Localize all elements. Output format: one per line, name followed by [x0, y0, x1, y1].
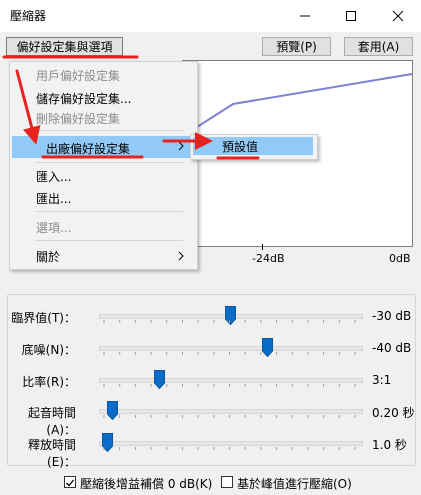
axis-label-0db: 0dB: [389, 252, 411, 265]
slider-ticks: [103, 384, 356, 387]
maximize-button[interactable]: [328, 0, 374, 32]
attack-time-value: 0.20 秒: [372, 406, 415, 420]
close-icon: [392, 10, 404, 22]
slider-ticks: [103, 320, 356, 323]
slider-ticks: [103, 415, 356, 418]
noise-floor-value: -40 dB: [372, 341, 412, 355]
menu-item-import[interactable]: 匯入...: [36, 168, 71, 185]
ratio-label: 比率(R)：: [22, 375, 76, 389]
noise-floor-label: 底噪(N)：: [21, 343, 76, 357]
release-time-label: 釋放時間(E)：: [27, 438, 76, 469]
ratio-value: 3:1: [372, 373, 392, 387]
close-button[interactable]: [375, 0, 421, 32]
menu-separator: [35, 162, 183, 163]
threshold-value: -30 dB: [372, 309, 412, 323]
threshold-label: 臨界值(T)：: [11, 311, 76, 325]
noise-floor-track: [99, 346, 363, 351]
menu-item-options[interactable]: 選項...: [36, 219, 71, 236]
attack-time-label: 起音時間(A)：: [27, 406, 76, 437]
release-time-track: [99, 441, 363, 446]
submenu-arrow-icon: [177, 140, 185, 154]
checkmark-icon: [66, 479, 75, 487]
apply-button[interactable]: 套用(A): [344, 37, 413, 56]
submenu-arrow-icon: [177, 250, 185, 264]
menu-item-factory-presets[interactable]: 出廠偏好設定集: [46, 140, 130, 157]
ratio-track: [99, 378, 363, 383]
preview-button[interactable]: 預覽(P): [262, 37, 331, 56]
presets-options-button[interactable]: 偏好設定集與選項: [6, 37, 123, 56]
menu-item-delete-preset[interactable]: 刪除偏好設定集: [36, 110, 120, 127]
menu-item-export[interactable]: 匯出...: [36, 190, 71, 207]
submenu-item-default[interactable]: 預設值: [222, 138, 258, 155]
menu-item-save-preset[interactable]: 儲存偏好設定集...: [36, 90, 131, 107]
window-title: 壓縮器: [10, 9, 47, 23]
maximize-icon: [346, 11, 356, 21]
peak-compression-label: 基於峰值進行壓縮(O): [237, 477, 352, 491]
attack-time-track: [99, 409, 363, 414]
axis-tick: [262, 244, 263, 250]
menu-separator: [35, 130, 183, 131]
minimize-button[interactable]: [282, 0, 328, 32]
makeup-gain-label: 壓縮後增益補償 0 dB(K): [80, 477, 213, 491]
slider-ticks: [103, 447, 356, 450]
menu-separator: [35, 240, 183, 241]
makeup-gain-checkbox[interactable]: [64, 476, 76, 488]
slider-ticks: [103, 352, 356, 355]
release-time-value: 1.0 秒: [372, 438, 407, 452]
menu-item-user-presets[interactable]: 用戶偏好設定集: [36, 67, 120, 84]
minimize-icon: [300, 15, 310, 17]
menu-separator: [35, 211, 183, 212]
peak-compression-checkbox[interactable]: [221, 476, 233, 488]
menu-item-about[interactable]: 關於: [36, 248, 60, 265]
axis-label-minus24db: -24dB: [252, 252, 285, 265]
